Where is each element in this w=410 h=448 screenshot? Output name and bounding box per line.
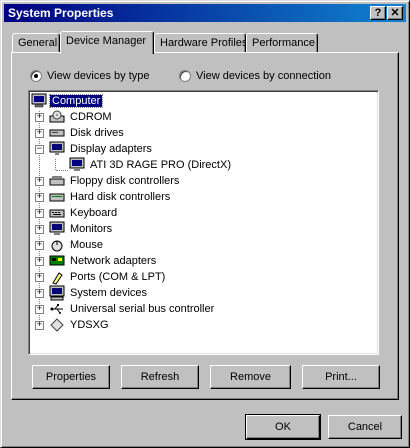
expand-icon[interactable]: + (35, 225, 44, 234)
print-button[interactable]: Print... (302, 365, 380, 389)
tab-general[interactable]: General (12, 33, 60, 52)
properties-button[interactable]: Properties (32, 365, 110, 389)
expand-icon[interactable]: + (35, 305, 44, 314)
expand-icon[interactable]: + (35, 321, 44, 330)
tree-root-computer[interactable]: Computer (31, 93, 104, 109)
tree-item-label: Display adapters (70, 143, 152, 155)
refresh-button[interactable]: Refresh (121, 365, 199, 389)
ydsxg-icon (50, 318, 64, 332)
title-bar[interactable]: System Properties ? ✕ (4, 4, 406, 22)
computer-icon (31, 93, 47, 108)
tree-root-label: Computer (48, 94, 104, 108)
tree-connector (56, 170, 68, 171)
tree-item-label: Universal serial bus controller (70, 303, 215, 315)
tree-item-cdrom[interactable]: + CDROM (35, 109, 114, 125)
view-by-type-label: View devices by type (47, 70, 150, 82)
disk-drive-icon (49, 129, 65, 137)
tree-item-keyboard[interactable]: + Keyboard (35, 205, 119, 221)
tab-device-manager[interactable]: Device Manager (60, 31, 154, 54)
tree-item-mouse[interactable]: + Mouse (35, 237, 105, 253)
expand-icon[interactable]: + (35, 257, 44, 266)
remove-button[interactable]: Remove (210, 365, 291, 389)
system-properties-window: System Properties ? ✕ General Device Man… (0, 0, 410, 448)
tree-item-usb-controller[interactable]: + Universal serial bus controller (35, 301, 216, 317)
tree-item-disk-drives[interactable]: + Disk drives (35, 125, 126, 141)
tree-item-label: Ports (COM & LPT) (70, 271, 166, 283)
help-button[interactable]: ? (370, 6, 386, 20)
ok-button[interactable]: OK (245, 414, 321, 440)
tree-child-ati-rage-pro[interactable]: ATI 3D RAGE PRO (DirectX) (69, 157, 233, 173)
tree-item-label: Network adapters (70, 255, 157, 267)
hard-disk-controller-icon (49, 193, 65, 202)
expand-icon[interactable]: + (35, 289, 44, 298)
expand-icon[interactable]: + (35, 273, 44, 282)
tree-item-label: Keyboard (70, 207, 118, 219)
tree-item-label: Hard disk controllers (70, 191, 171, 203)
tab-hardware-profiles[interactable]: Hardware Profiles (154, 33, 247, 52)
tree-item-monitors[interactable]: + Monitors (35, 221, 114, 237)
tree-connector (55, 159, 56, 170)
tree-item-hard-disk-controllers[interactable]: + Hard disk controllers (35, 189, 172, 205)
tree-item-network-adapters[interactable]: + Network adapters (35, 253, 158, 269)
tree-child-label: ATI 3D RAGE PRO (DirectX) (90, 159, 231, 171)
mouse-icon (51, 240, 63, 252)
expand-icon[interactable]: + (35, 129, 44, 138)
tree-item-label: Floppy disk controllers (70, 175, 180, 187)
tree-item-ports[interactable]: + Ports (COM & LPT) (35, 269, 167, 285)
tree-item-label: CDROM (70, 111, 112, 123)
window-title: System Properties (8, 6, 114, 20)
monitor-icon (49, 221, 65, 235)
display-adapter-icon (49, 141, 65, 155)
expand-icon[interactable]: + (35, 241, 44, 250)
expand-icon[interactable]: + (35, 209, 44, 218)
system-devices-icon (49, 285, 65, 301)
tree-item-label: Monitors (70, 223, 113, 235)
ports-icon (52, 272, 63, 285)
tree-item-floppy-disk-controllers[interactable]: + Floppy disk controllers (35, 173, 181, 189)
device-tree[interactable]: Computer + CDROM + Disk drives − Display… (28, 90, 379, 355)
monitor-icon (69, 157, 85, 171)
tree-item-system-devices[interactable]: + System devices (35, 285, 149, 301)
radio-unchecked-icon (179, 70, 191, 82)
tree-item-label: System devices (70, 287, 148, 299)
view-by-connection-label: View devices by connection (196, 70, 331, 82)
tab-performance[interactable]: Performance (246, 33, 318, 52)
view-by-type-radio[interactable]: View devices by type (30, 68, 150, 84)
expand-icon[interactable]: + (35, 193, 44, 202)
view-by-connection-radio[interactable]: View devices by connection (179, 68, 331, 84)
tree-item-ydsxg[interactable]: + YDSXG (35, 317, 111, 333)
expand-icon[interactable]: + (35, 113, 44, 122)
cancel-button[interactable]: Cancel (328, 415, 402, 439)
tree-item-label: Mouse (70, 239, 104, 251)
radio-checked-icon (30, 70, 42, 82)
usb-icon (50, 304, 63, 314)
tree-item-label: Disk drives (70, 127, 124, 139)
keyboard-icon (49, 209, 65, 218)
network-adapter-icon (49, 255, 65, 266)
tree-item-display-adapters[interactable]: − Display adapters (35, 141, 154, 157)
close-button[interactable]: ✕ (387, 6, 403, 20)
cdrom-icon (49, 110, 65, 123)
expand-icon[interactable]: + (35, 177, 44, 186)
collapse-icon[interactable]: − (35, 145, 44, 154)
floppy-controller-icon (49, 176, 65, 186)
tree-item-label: YDSXG (70, 319, 109, 331)
